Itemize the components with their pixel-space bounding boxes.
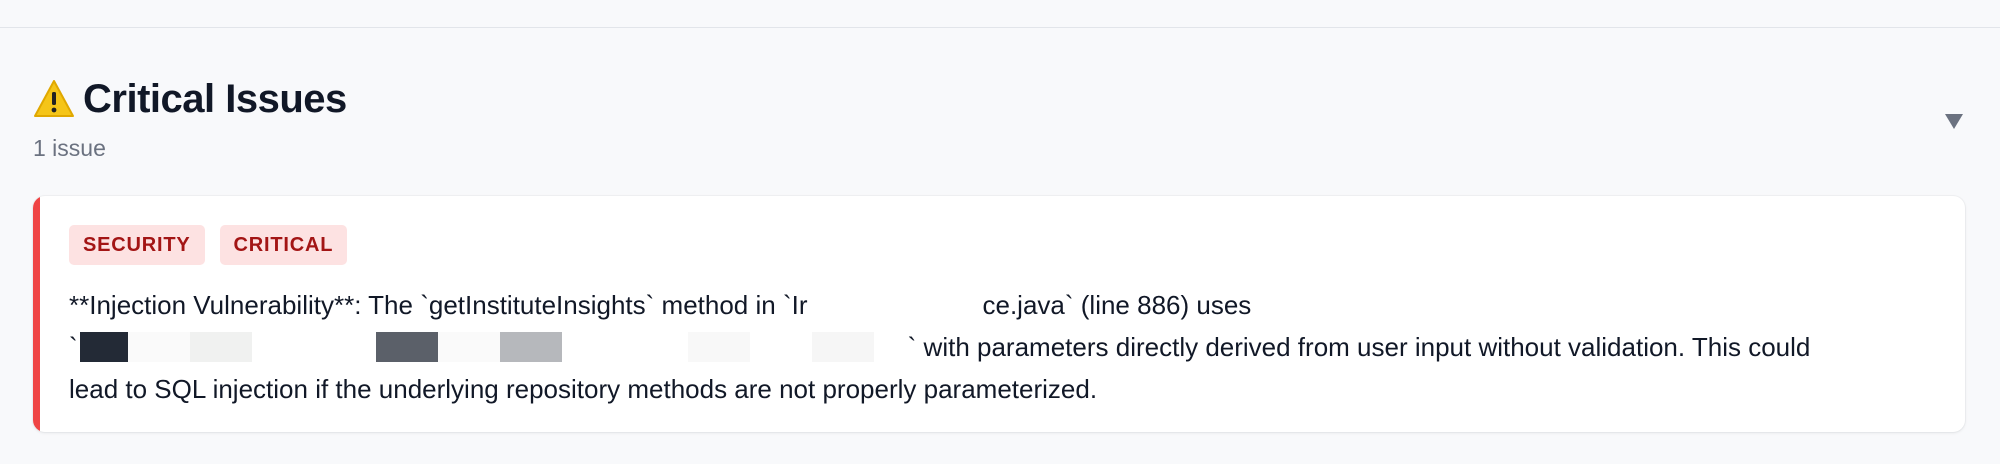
title-row: Critical Issues [33,74,1968,124]
redacted-filename [807,290,983,320]
redaction-block [79,332,128,362]
description-text: ` with parameters directly derived from … [907,332,1811,362]
description-text: ` [69,332,78,362]
redaction-block [375,332,438,362]
redaction-block [127,332,190,362]
description-text: lead to SQL injection if the underlying … [69,374,1098,404]
redaction-block [437,332,500,362]
description-line-2: ` ` with parameters directly derived fro… [69,326,1949,368]
issue-description: **Injection Vulnerability**: The `getIns… [69,284,1949,410]
description-line-1: **Injection Vulnerability**: The `getIns… [69,284,1949,326]
warning-icon [34,80,74,117]
severity-accent-bar [33,196,40,432]
category-badge: SECURITY [69,225,205,265]
redaction-block [189,332,252,362]
redaction-block [499,332,562,362]
issue-card: SECURITY CRITICAL **Injection Vulnerabil… [33,196,1965,432]
section-header: Critical Issues 1 issue [33,74,1968,162]
collapse-triangle-icon[interactable] [1942,110,1966,132]
issue-badges: SECURITY CRITICAL [69,225,348,265]
redaction-block [687,332,750,362]
issue-count: 1 issue [33,135,106,161]
description-line-3: lead to SQL injection if the underlying … [69,368,1949,410]
section-title: Critical Issues [83,76,347,121]
top-divider [0,27,2000,28]
description-text: **Injection Vulnerability**: The `getIns… [69,290,808,320]
redaction-block [811,332,874,362]
redacted-code [78,332,908,362]
severity-badge: CRITICAL [219,225,348,265]
description-text: ce.java` (line 886) uses [982,290,1252,320]
